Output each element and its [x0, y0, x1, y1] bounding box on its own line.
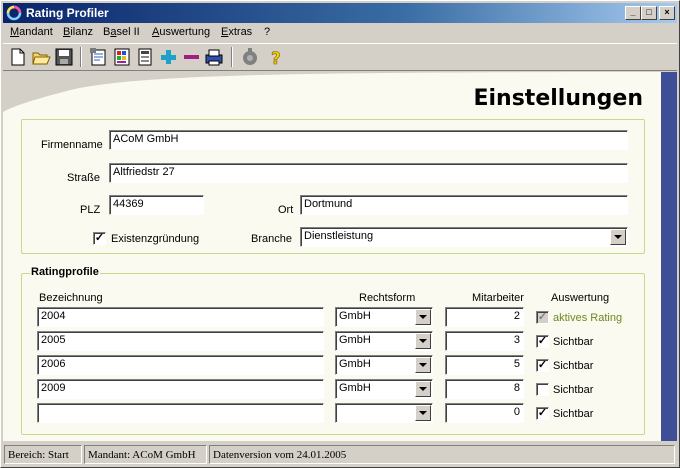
auswertung-label: aktives Rating	[553, 312, 623, 324]
plus-icon[interactable]	[157, 46, 179, 68]
page-title: Einstellungen	[473, 86, 643, 111]
rechtsform-select[interactable]	[335, 403, 433, 423]
ratingprofile-legend: Ratingprofile	[30, 266, 100, 278]
auswertung-checkbox[interactable]	[536, 383, 549, 396]
close-button[interactable]: ×	[659, 6, 675, 20]
menu-extras[interactable]: Extras	[221, 26, 252, 38]
strasse-field[interactable]: Altfriedstr 27	[109, 163, 628, 183]
header-bezeichnung: Bezeichnung	[39, 292, 103, 304]
print-icon[interactable]	[203, 46, 225, 68]
ort-label: Ort	[278, 204, 294, 216]
rechtsform-select[interactable]: GmbH	[335, 355, 433, 375]
accent-side-bar	[661, 72, 677, 441]
firmenname-label: Firmenname	[41, 139, 103, 151]
rechtsform-select[interactable]: GmbH	[335, 331, 433, 351]
strasse-label: Straße	[67, 172, 101, 184]
menu-help[interactable]: ?	[264, 26, 270, 38]
bezeichnung-field[interactable]: 2009	[37, 379, 324, 399]
branche-label: Branche	[251, 233, 292, 245]
toolbar-separator	[80, 47, 82, 67]
help-icon[interactable]: ?	[266, 46, 288, 70]
settings-panel: Einstellungen Firmenname ACoM GmbH Straß…	[3, 72, 677, 441]
color-palette-icon[interactable]	[111, 46, 133, 68]
auswertung-checkbox[interactable]: ✓	[536, 359, 549, 372]
header-mitarbeiter: Mitarbeiter	[472, 292, 524, 304]
rechtsform-select[interactable]: GmbH	[335, 307, 433, 327]
menu-auswertung[interactable]: Auswertung	[152, 26, 210, 38]
rechtsform-value: GmbH	[339, 358, 371, 370]
ort-field[interactable]: Dortmund	[300, 195, 628, 215]
menu-mandant[interactable]: Mandant	[10, 26, 53, 38]
mitarbeiter-field[interactable]: 3	[445, 331, 524, 351]
chevron-down-icon[interactable]	[415, 333, 431, 349]
branche-value: Dienstleistung	[304, 230, 374, 242]
toolbar: ?	[3, 43, 677, 71]
maximize-button[interactable]: □	[641, 6, 657, 20]
properties-icon[interactable]	[88, 46, 110, 68]
bezeichnung-field[interactable]	[37, 403, 324, 423]
mitarbeiter-field[interactable]: 8	[445, 379, 524, 399]
menu-bilanz[interactable]: Bilanz	[63, 26, 93, 38]
chevron-down-icon[interactable]	[415, 309, 431, 325]
status-datenversion: Datenversion vom 24.01.2005	[209, 445, 675, 464]
mitarbeiter-field[interactable]: 5	[445, 355, 524, 375]
rechtsform-value: GmbH	[339, 382, 371, 394]
menu-bar: Mandant Bilanz Basel II Auswertung Extra…	[3, 24, 677, 42]
open-folder-icon[interactable]	[30, 46, 52, 68]
plz-label: PLZ	[80, 204, 101, 216]
chevron-down-icon[interactable]	[415, 357, 431, 373]
auswertung-label: Sichtbar	[553, 360, 594, 372]
chevron-down-icon[interactable]	[415, 381, 431, 397]
mitarbeiter-field[interactable]: 2	[445, 307, 524, 327]
document-list-icon[interactable]	[134, 46, 156, 68]
plz-field[interactable]: 44369	[109, 195, 204, 215]
mitarbeiter-field[interactable]: 0	[445, 403, 524, 423]
gear-icon[interactable]	[239, 46, 261, 68]
svg-text:?: ?	[271, 49, 281, 68]
existenzgruendung-checkbox[interactable]: ✓	[93, 232, 106, 245]
minus-icon[interactable]	[180, 46, 202, 68]
auswertung-checkbox[interactable]: ✓	[536, 335, 549, 348]
existenzgruendung-label: Existenzgründung	[111, 233, 200, 245]
new-document-icon[interactable]	[7, 46, 29, 68]
minimize-button[interactable]: _	[625, 6, 641, 20]
auswertung-checkbox[interactable]: ✓	[536, 407, 549, 420]
rechtsform-select[interactable]: GmbH	[335, 379, 433, 399]
window-title: Rating Profiler	[26, 6, 109, 20]
rechtsform-value: GmbH	[339, 310, 371, 322]
status-bar: Bereich: Start Mandant: ACoM GmbH Datenv…	[3, 444, 677, 465]
toolbar-separator	[231, 47, 233, 67]
menu-basel-ii[interactable]: Basel II	[103, 26, 140, 38]
bezeichnung-field[interactable]: 2005	[37, 331, 324, 351]
auswertung-checkbox: ✓	[536, 311, 549, 324]
save-disk-icon[interactable]	[53, 46, 75, 68]
title-bar[interactable]: Rating Profiler _ □ ×	[3, 3, 677, 23]
firmenname-field[interactable]: ACoM GmbH	[109, 130, 628, 150]
auswertung-label: Sichtbar	[553, 408, 594, 420]
chevron-down-icon[interactable]	[415, 405, 431, 421]
header-rechtsform: Rechtsform	[359, 292, 416, 304]
auswertung-label: Sichtbar	[553, 336, 594, 348]
app-window: Rating Profiler _ □ × Mandant Bilanz Bas…	[0, 0, 680, 468]
bezeichnung-field[interactable]: 2006	[37, 355, 324, 375]
header-auswertung: Auswertung	[551, 292, 610, 304]
branche-select[interactable]: Dienstleistung	[300, 227, 628, 247]
status-bereich: Bereich: Start	[4, 445, 82, 464]
auswertung-label: Sichtbar	[553, 384, 594, 396]
bezeichnung-field[interactable]: 2004	[37, 307, 324, 327]
app-logo-icon	[6, 5, 22, 21]
rechtsform-value: GmbH	[339, 334, 371, 346]
status-mandant: Mandant: ACoM GmbH	[84, 445, 207, 464]
chevron-down-icon[interactable]	[610, 229, 626, 245]
